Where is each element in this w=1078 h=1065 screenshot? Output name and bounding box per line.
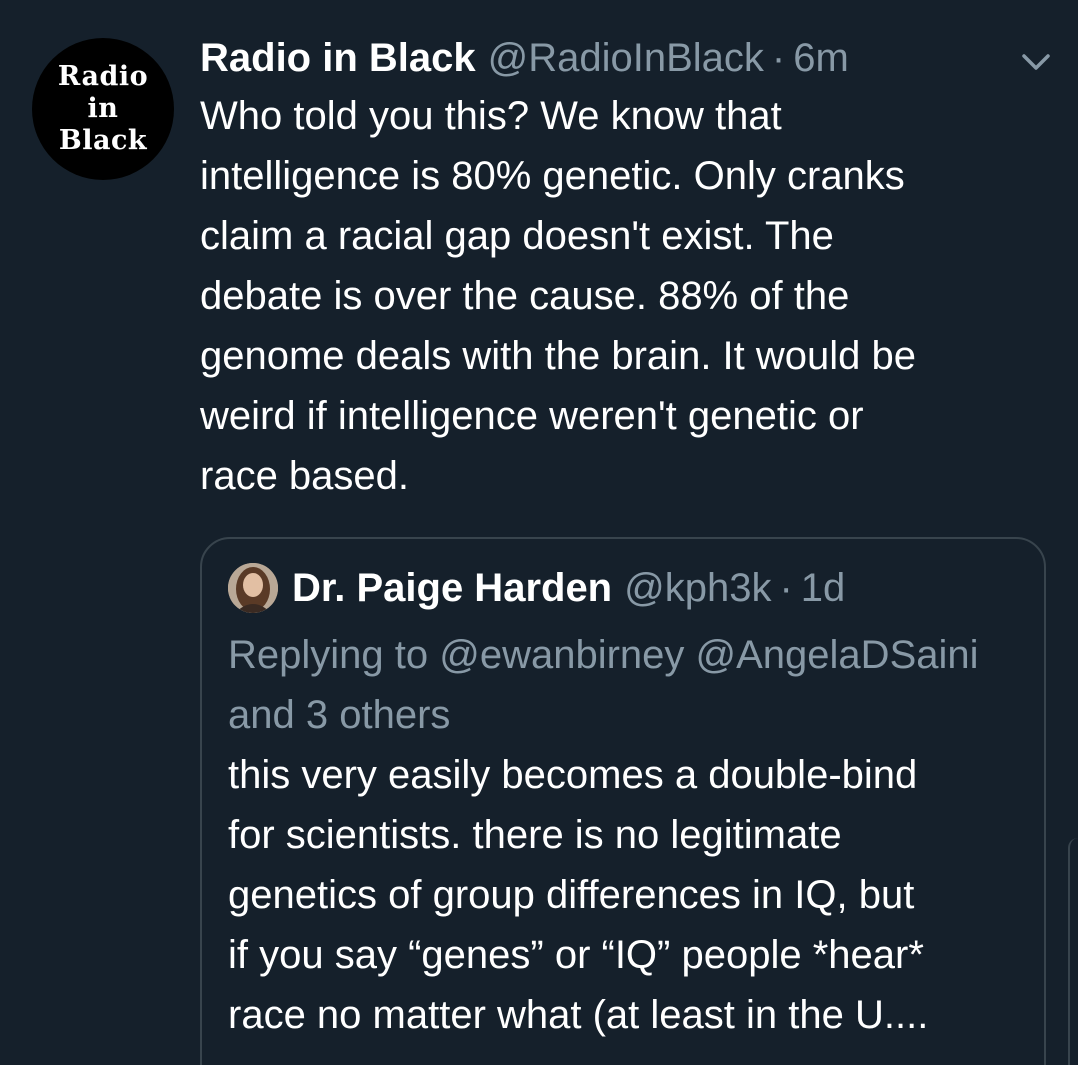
quoted-user-handle[interactable]: @kph3k xyxy=(624,566,771,611)
quoted-display-name[interactable]: Dr. Paige Harden xyxy=(292,566,612,611)
tweet-header: Radio in Black @RadioInBlack · 6m xyxy=(200,30,849,86)
quoted-tweet-header: Dr. Paige Harden @kph3k · 1d xyxy=(292,559,845,617)
tweet[interactable]: Radio in Black Radio in Black @RadioInBl… xyxy=(0,0,1078,1065)
quoted-timestamp[interactable]: 1d xyxy=(801,566,846,611)
scrollbar[interactable] xyxy=(1068,838,1078,1065)
separator-dot: · xyxy=(779,565,793,610)
avatar-text-line: Black xyxy=(58,124,148,156)
person-avatar-icon xyxy=(228,563,278,613)
chevron-down-icon[interactable] xyxy=(1016,44,1056,80)
quoted-tweet[interactable]: Dr. Paige Harden @kph3k · 1d Replying to… xyxy=(200,537,1046,1065)
user-handle[interactable]: @RadioInBlack xyxy=(488,36,764,81)
separator-dot: · xyxy=(771,35,786,80)
quoted-avatar[interactable] xyxy=(228,563,278,613)
timestamp[interactable]: 6m xyxy=(793,36,849,81)
avatar-text-line: Radio xyxy=(57,61,149,93)
avatar[interactable]: Radio in Black xyxy=(32,38,174,180)
reply-context[interactable]: Replying to @ewanbirney @AngelaDSaini an… xyxy=(228,625,1028,745)
tweet-text: Who told you this? We know that intellig… xyxy=(200,94,916,498)
avatar-text-line: in xyxy=(87,93,119,125)
quoted-tweet-text: this very easily becomes a double-bind f… xyxy=(228,753,929,1037)
display-name[interactable]: Radio in Black xyxy=(200,36,476,81)
